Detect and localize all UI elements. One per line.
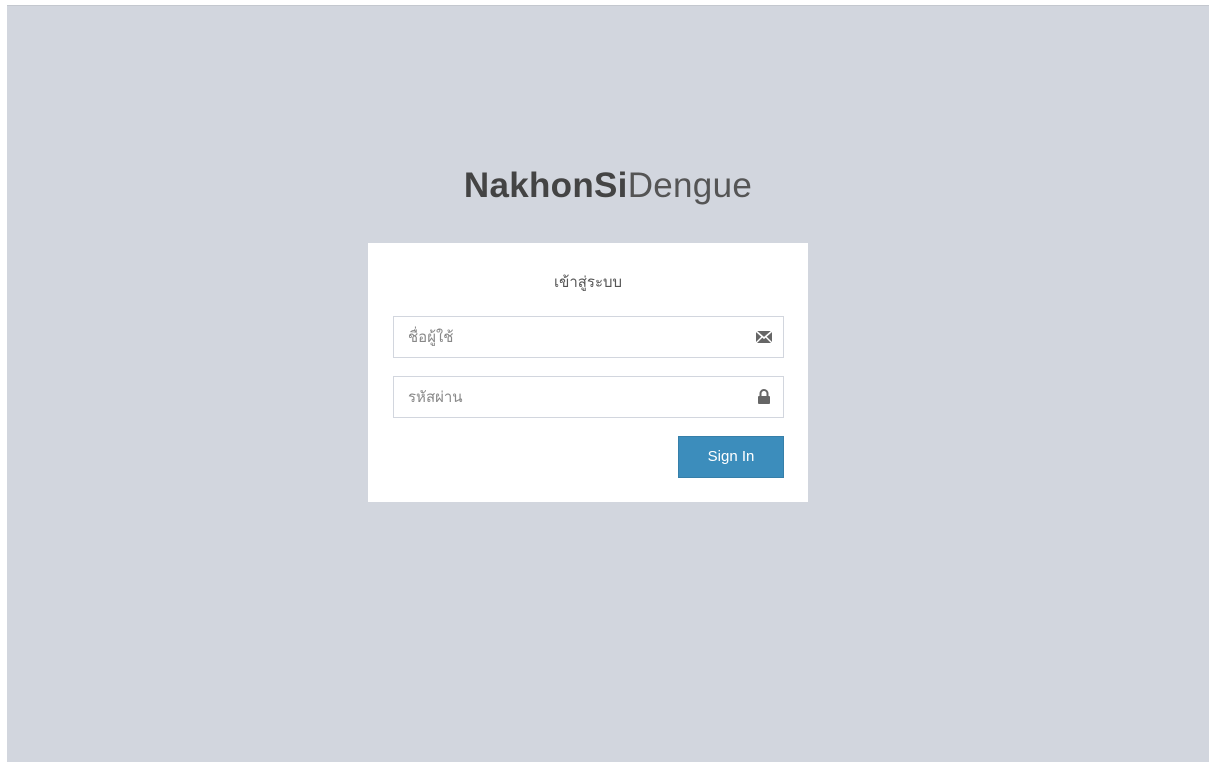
login-box-message: เข้าสู่ระบบ	[553, 274, 623, 291]
password-input[interactable]	[394, 377, 748, 417]
username-input[interactable]	[394, 317, 748, 357]
logo-light-text: Dengue	[627, 166, 753, 205]
username-field[interactable]	[393, 316, 784, 358]
password-field[interactable]	[393, 376, 784, 418]
lock-icon	[755, 389, 773, 405]
sign-in-button[interactable]: Sign In	[678, 436, 784, 478]
login-page: NakhonSiDengue เข้าสู่ระบบ ชื่อผู้ใช้ Si…	[7, 5, 1209, 762]
app-logo[interactable]: NakhonSiDengue	[7, 163, 1209, 209]
envelope-icon	[755, 329, 773, 345]
logo-bold-text: NakhonSi	[463, 166, 628, 205]
login-box: เข้าสู่ระบบ Sign In	[368, 243, 808, 502]
